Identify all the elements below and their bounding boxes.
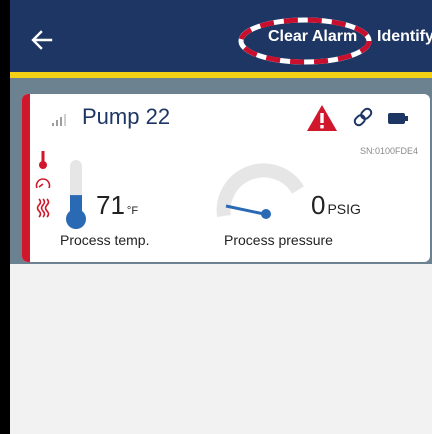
signal-strength-icon <box>52 114 66 126</box>
pressure-label: Process pressure <box>224 232 333 248</box>
temperature-unit: °F <box>126 205 139 217</box>
clear-alarm-button[interactable]: Clear Alarm <box>268 28 357 46</box>
identify-button[interactable]: Identify <box>377 28 432 46</box>
arrow-left-icon <box>31 30 53 50</box>
alarm-warning-icon <box>307 105 337 131</box>
pressure-value: 0 <box>311 190 326 220</box>
pressure-reading: 0 PSIG <box>311 190 361 221</box>
device-name: Pump 22 <box>82 104 171 129</box>
thermometer-gauge <box>66 160 86 229</box>
heat-alarm-icon <box>36 198 50 218</box>
battery-icon <box>388 113 408 124</box>
top-app-bar: Clear Alarm Identify <box>10 0 432 72</box>
pressure-gauge <box>216 163 305 219</box>
pressure-alarm-icon <box>35 178 51 189</box>
serial-number: SN:0100FDE4 <box>359 146 418 156</box>
link-icon[interactable] <box>352 106 374 128</box>
alarm-indicator-bar <box>22 94 30 262</box>
temperature-label: Process temp. <box>60 232 150 248</box>
temperature-alarm-icon <box>39 151 47 169</box>
device-card[interactable]: Pump 22 SN:0100FDE4 71 °F Process temp. … <box>22 94 430 262</box>
temperature-reading: 71 °F <box>96 190 138 221</box>
pressure-unit: PSIG <box>327 201 361 217</box>
app-screen: Clear Alarm Identify Pump 22 SN:0100FDE4… <box>10 0 432 434</box>
temperature-value: 71 <box>96 190 125 220</box>
back-button[interactable] <box>22 20 62 60</box>
device-list-area: Pump 22 SN:0100FDE4 71 °F Process temp. … <box>10 78 432 264</box>
